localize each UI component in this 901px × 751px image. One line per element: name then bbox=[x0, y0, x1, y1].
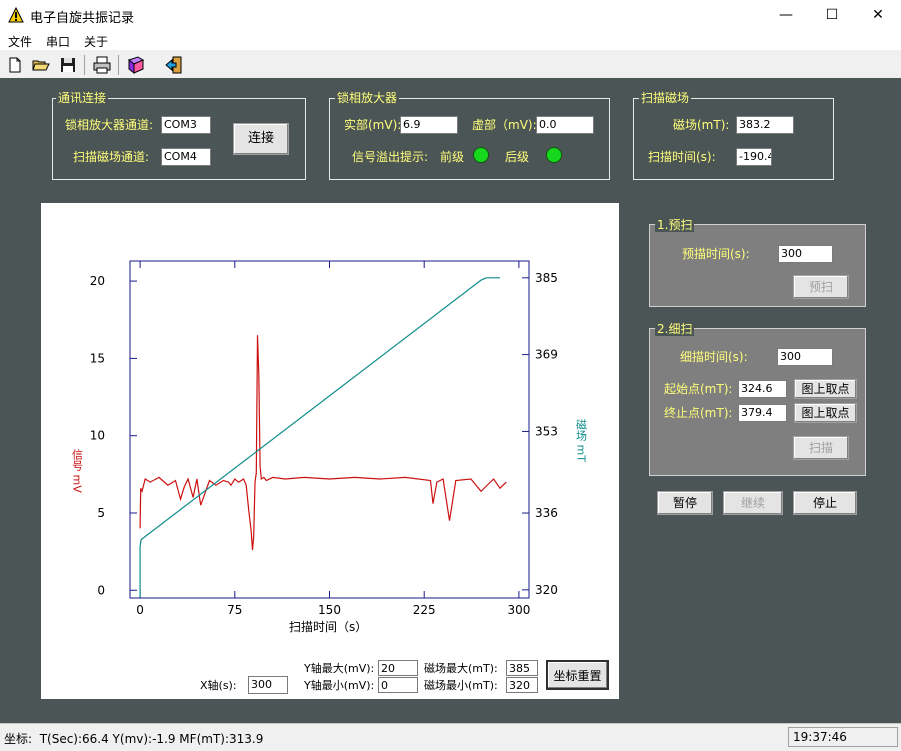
x-axis-range-field[interactable]: 300 bbox=[248, 676, 288, 694]
finescan-title: 2.细扫 bbox=[655, 322, 695, 336]
comm-group-title: 通讯连接 bbox=[56, 91, 109, 105]
imag-part-label: 虚部（mV): bbox=[472, 118, 537, 132]
y-right-tick-label: 336 bbox=[535, 506, 558, 520]
status-readout: T(Sec):66.4 Y(mv):-1.9 MF(mT):313.9 bbox=[39, 732, 264, 746]
finescan-time-field[interactable]: 300 bbox=[777, 348, 833, 366]
y-left-tick-label: 0 bbox=[97, 583, 105, 597]
exit-icon[interactable] bbox=[164, 55, 184, 75]
y-max-label: Y轴最大(mV): bbox=[304, 662, 375, 675]
y-left-tick-label: 20 bbox=[90, 274, 105, 288]
pause-button[interactable]: 暂停 bbox=[657, 491, 713, 515]
warning-app-icon bbox=[8, 7, 24, 23]
y-right-tick-label: 385 bbox=[535, 271, 558, 285]
y-left-tick-label: 5 bbox=[97, 506, 105, 520]
left-axis-label: 信号 mV bbox=[71, 449, 84, 494]
status-coordinates: 坐标: T(Sec):66.4 Y(mv):-1.9 MF(mT):313.9 bbox=[4, 730, 263, 747]
close-button[interactable]: ✕ bbox=[855, 0, 901, 30]
y-right-tick-label: 353 bbox=[535, 424, 558, 438]
front-stage-label: 前级 bbox=[440, 150, 465, 164]
toolbar-separator bbox=[118, 55, 119, 75]
signal-field-chart[interactable]: 0 75 150 225 300 0 5 10 15 20 320 336 353 369 385 扫描… bbox=[41, 203, 619, 699]
field-mt-label: 磁场(mT): bbox=[673, 118, 730, 132]
status-label: 坐标: bbox=[4, 732, 33, 746]
book-icon[interactable] bbox=[126, 55, 146, 75]
field-min-label: 磁场最小(mT): bbox=[424, 679, 498, 692]
field-max-label: 磁场最大(mT): bbox=[424, 662, 498, 675]
overflow-label: 信号溢出提示: bbox=[352, 150, 429, 164]
end-point-label: 终止点(mT): bbox=[664, 406, 733, 420]
x-tick-label: 300 bbox=[507, 603, 530, 617]
x-axis-label: 扫描时间（s） bbox=[289, 620, 367, 634]
stop-button[interactable]: 停止 bbox=[793, 491, 857, 515]
plot-area bbox=[129, 260, 530, 599]
lockin-channel-field[interactable]: COM3 bbox=[161, 116, 211, 134]
x-tick-label: 75 bbox=[227, 603, 242, 617]
menu-bar bbox=[0, 30, 901, 50]
print-icon[interactable] bbox=[92, 55, 112, 75]
scan-channel-label: 扫描磁场通道: bbox=[73, 150, 150, 164]
menu-about[interactable]: 关于 bbox=[84, 33, 108, 50]
amplifier-group bbox=[329, 98, 610, 180]
resume-button[interactable]: 继续 bbox=[723, 491, 783, 515]
back-stage-label: 后级 bbox=[505, 150, 530, 164]
scan-time-field[interactable]: -190.4 bbox=[736, 148, 772, 166]
window-title: 电子自旋共振记录 bbox=[30, 11, 135, 26]
prescan-button[interactable]: 预扫 bbox=[793, 275, 849, 299]
save-icon[interactable] bbox=[58, 55, 78, 75]
scanfield-group bbox=[633, 98, 834, 180]
reset-axes-button[interactable]: 坐标重置 bbox=[546, 660, 609, 690]
y-left-tick-label: 15 bbox=[90, 351, 105, 365]
front-stage-led bbox=[473, 147, 489, 163]
prescan-time-label: 预描时间(s): bbox=[682, 247, 750, 261]
real-part-field[interactable]: 6.9 bbox=[400, 116, 458, 134]
field-min-field[interactable]: 320 bbox=[506, 677, 538, 693]
open-folder-icon[interactable] bbox=[31, 55, 51, 75]
scanfield-group-title: 扫描磁场 bbox=[639, 91, 692, 105]
menu-serial[interactable]: 串口 bbox=[46, 33, 70, 50]
start-pick-button[interactable]: 图上取点 bbox=[794, 379, 857, 399]
y-left-tick-label: 10 bbox=[90, 429, 105, 443]
imag-part-field[interactable]: 0.0 bbox=[536, 116, 594, 134]
prescan-time-field[interactable]: 300 bbox=[778, 245, 833, 263]
y-right-tick-label: 369 bbox=[535, 348, 558, 362]
finescan-time-label: 细描时间(s): bbox=[680, 350, 748, 364]
lockin-channel-label: 锁相放大器通道: bbox=[65, 118, 154, 132]
scan-button[interactable]: 扫描 bbox=[793, 436, 849, 460]
x-tick-label: 150 bbox=[318, 603, 341, 617]
y-min-field[interactable]: 0 bbox=[378, 677, 418, 693]
amplifier-group-title: 锁相放大器 bbox=[335, 91, 400, 105]
prescan-title: 1.预扫 bbox=[655, 218, 695, 232]
back-stage-led bbox=[546, 147, 562, 163]
right-axis-label: 磁场 mT bbox=[575, 419, 588, 463]
scan-time-label: 扫描时间(s): bbox=[648, 150, 716, 164]
toolbar-separator bbox=[84, 55, 85, 75]
field-max-field[interactable]: 385 bbox=[506, 660, 538, 676]
real-part-label: 实部(mV): bbox=[344, 118, 402, 132]
field-mt-field[interactable]: 383.2 bbox=[736, 116, 794, 134]
menu-file[interactable]: 文件 bbox=[8, 33, 32, 50]
end-pick-button[interactable]: 图上取点 bbox=[794, 403, 857, 423]
maximize-button[interactable]: ☐ bbox=[809, 0, 855, 30]
status-time: 19:37:46 bbox=[793, 730, 847, 744]
x-tick-label: 225 bbox=[413, 603, 436, 617]
start-point-label: 起始点(mT): bbox=[664, 382, 733, 396]
x-tick-label: 0 bbox=[136, 603, 144, 617]
minimize-button[interactable]: — bbox=[763, 0, 809, 30]
start-point-field[interactable]: 324.6 bbox=[738, 380, 787, 398]
y-right-tick-label: 320 bbox=[535, 583, 558, 597]
x-axis-range-label: X轴(s): bbox=[200, 679, 237, 692]
y-max-field[interactable]: 20 bbox=[378, 660, 418, 676]
y-min-label: Y轴最小(mV): bbox=[304, 679, 375, 692]
scan-channel-field[interactable]: COM4 bbox=[161, 148, 211, 166]
connect-button[interactable]: 连接 bbox=[233, 123, 289, 155]
new-file-icon[interactable] bbox=[5, 55, 25, 75]
end-point-field[interactable]: 379.4 bbox=[738, 404, 787, 422]
